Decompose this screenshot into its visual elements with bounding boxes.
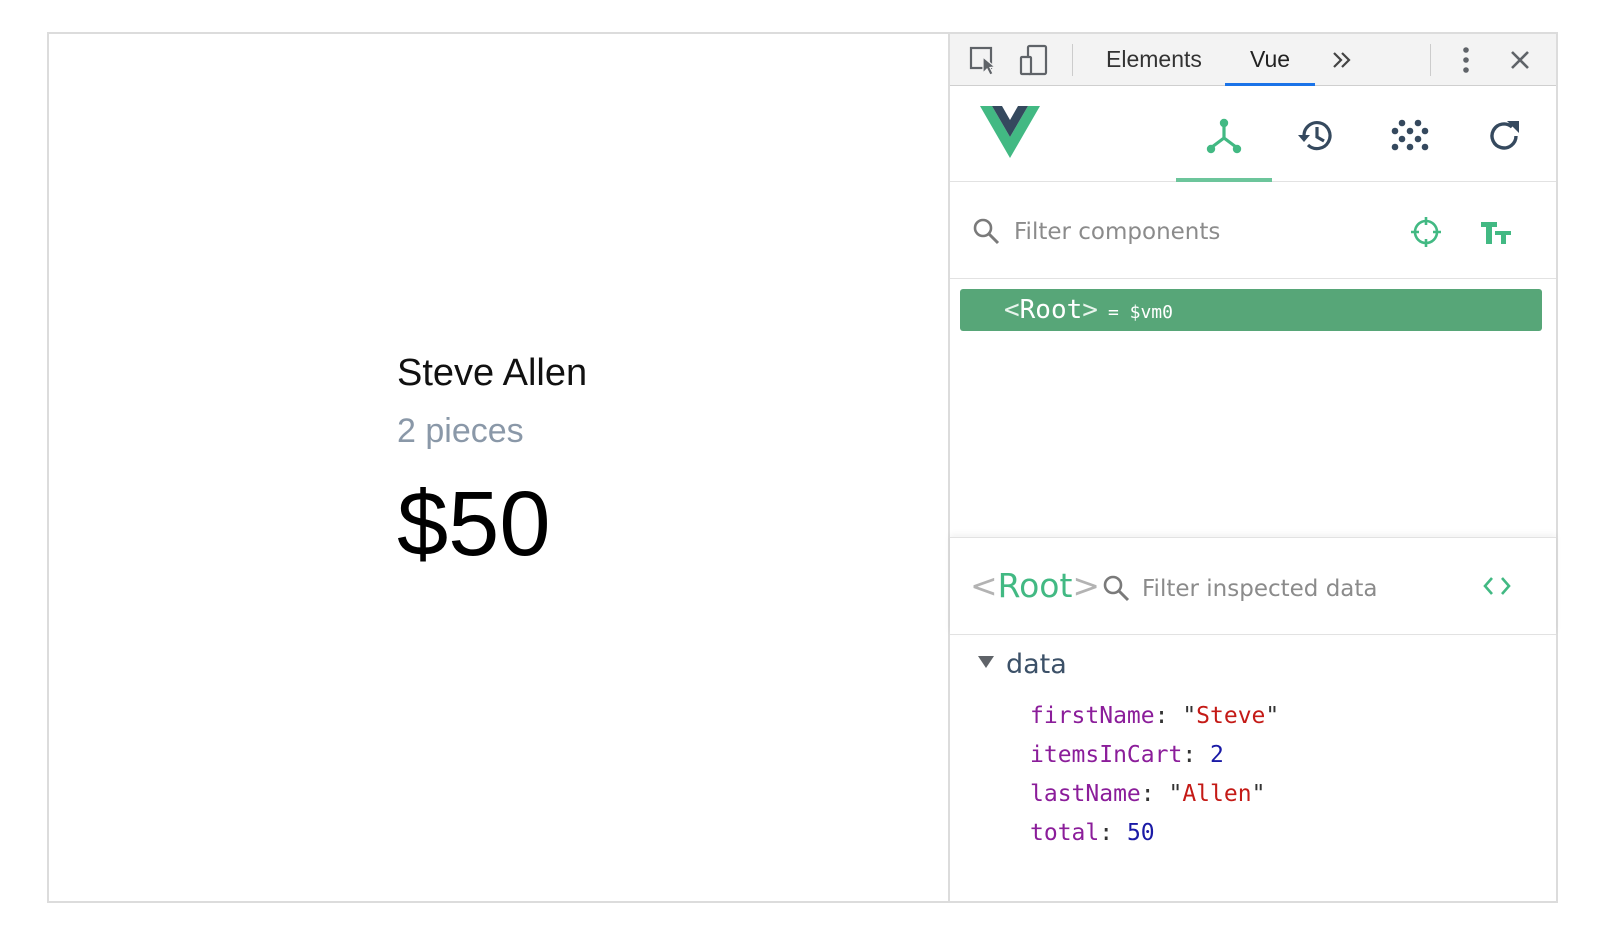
inspector-title: <Root> <box>970 566 1100 605</box>
data-section-label[interactable]: data <box>1006 649 1067 680</box>
history-icon <box>1296 121 1336 160</box>
tab-vue[interactable]: Vue <box>1225 34 1315 86</box>
timeline-tab[interactable] <box>1268 108 1364 180</box>
vuex-dots-icon <box>1390 119 1430 160</box>
component-name: Root <box>1019 295 1083 325</box>
inspector-open-bracket: < <box>970 566 998 605</box>
inspected-data: data firstName: "Steve" itemsInCart: 2 l… <box>950 635 1556 901</box>
tab-elements[interactable]: Elements <box>1100 34 1208 86</box>
tag-close-bracket: > <box>1082 295 1098 325</box>
text-format-icon[interactable] <box>1480 219 1512 252</box>
tag-open-bracket: < <box>1004 295 1020 325</box>
prop-key: total <box>1030 820 1100 846</box>
triangle-down-icon[interactable] <box>976 651 996 676</box>
vm-reference: = $vm0 <box>1107 302 1173 323</box>
refresh-icon <box>1484 121 1524 160</box>
inspector-search-icon <box>1102 574 1130 607</box>
data-prop-lastname[interactable]: lastName: "Allen" <box>1030 781 1265 807</box>
vue-devtools-header <box>950 86 1556 182</box>
inspector-header: <Root> <box>950 537 1556 635</box>
components-tree-icon <box>1204 118 1244 160</box>
component-tree: <Root> = $vm0 <box>950 279 1556 537</box>
total-price: $50 <box>397 473 551 575</box>
prop-value: Steve <box>1196 703 1266 729</box>
devtools-toolbar: Elements Vue <box>950 34 1556 86</box>
code-icon[interactable] <box>1482 574 1512 603</box>
tree-row-root[interactable]: <Root> = $vm0 <box>960 289 1542 331</box>
device-toolbar-icon[interactable] <box>1018 44 1050 81</box>
prop-key: lastName <box>1030 781 1141 807</box>
kebab-menu-icon[interactable] <box>1454 46 1478 79</box>
inspector-component-name: Root <box>997 566 1073 605</box>
filter-components-input[interactable] <box>1012 211 1396 253</box>
search-icon <box>972 217 1000 250</box>
inspector-close-bracket: > <box>1072 566 1101 605</box>
inspect-element-icon[interactable] <box>968 44 1000 81</box>
toolbar-divider <box>1072 44 1073 76</box>
prop-key: itemsInCart <box>1030 742 1183 768</box>
vuex-tab[interactable] <box>1362 108 1458 180</box>
prop-key: firstName <box>1030 703 1155 729</box>
browser-frame: Steve Allen 2 pieces $50 Elements Vue Fi… <box>47 32 1558 903</box>
prop-value: 50 <box>1126 820 1155 846</box>
app-page: Steve Allen 2 pieces $50 <box>49 34 948 901</box>
double-chevron-right-icon[interactable] <box>1330 48 1354 77</box>
data-prop-itemsincart[interactable]: itemsInCart: 2 <box>1030 742 1224 768</box>
select-component-crosshair-icon[interactable] <box>1410 216 1442 253</box>
toolbar-divider-2 <box>1430 44 1431 76</box>
data-prop-firstname[interactable]: firstName: "Steve" <box>1030 703 1279 729</box>
devtools-panel: Elements Vue Filter components <Root> = … <box>948 34 1556 901</box>
components-filter-bar <box>950 183 1556 279</box>
prop-value: Allen <box>1182 781 1252 807</box>
items-count: 2 pieces <box>397 412 524 450</box>
close-icon[interactable] <box>1508 48 1532 77</box>
refresh-tab[interactable] <box>1456 108 1552 180</box>
components-tab[interactable] <box>1176 108 1272 182</box>
prop-value: 2 <box>1210 742 1224 768</box>
data-prop-total[interactable]: total: 50 <box>1030 820 1155 846</box>
vue-logo <box>978 104 1042 165</box>
filter-inspected-data-input[interactable] <box>1140 568 1464 610</box>
customer-name: Steve Allen <box>397 352 588 394</box>
